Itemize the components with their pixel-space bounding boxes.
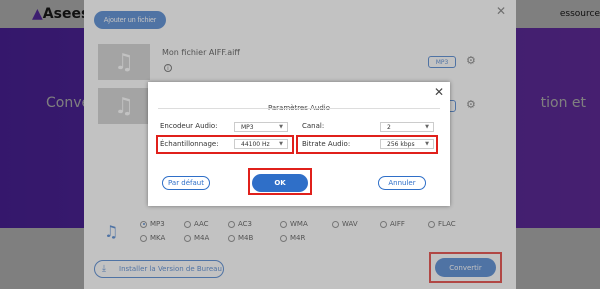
chevron-down-icon: ▼	[279, 124, 283, 130]
close-icon[interactable]: ✕	[434, 85, 444, 99]
bitrate-label: Bitrate Audio:	[302, 140, 351, 148]
channel-label: Canal:	[302, 122, 325, 130]
title-divider	[158, 108, 440, 109]
cancel-button[interactable]: Annuler	[378, 176, 426, 190]
chevron-down-icon: ▼	[279, 141, 283, 147]
sample-rate-label: Échantillonnage:	[160, 140, 219, 148]
default-button[interactable]: Par défaut	[162, 176, 210, 190]
chevron-down-icon: ▼	[425, 141, 429, 147]
encoder-label: Encodeur Audio:	[160, 122, 218, 130]
sample-rate-select[interactable]: 44100 Hz ▼	[234, 139, 288, 149]
encoder-select[interactable]: MP3 ▼	[234, 122, 288, 132]
ok-button[interactable]: OK	[252, 174, 308, 192]
channel-select[interactable]: 2 ▼	[380, 122, 434, 132]
chevron-down-icon: ▼	[425, 124, 429, 130]
bitrate-select[interactable]: 256 kbps ▼	[380, 139, 434, 149]
